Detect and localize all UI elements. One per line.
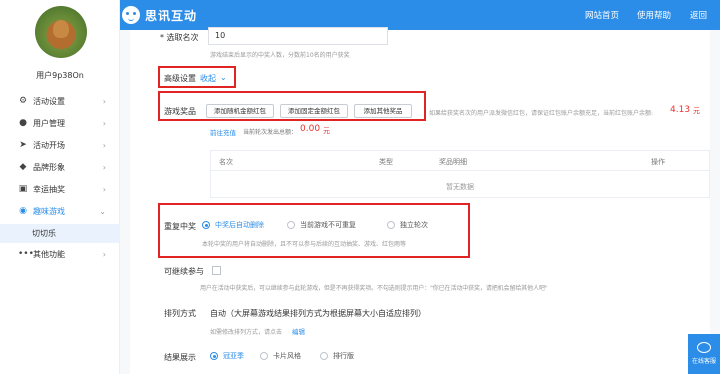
user-icon: ● bbox=[19, 118, 27, 128]
column-header-prize-detail: 奖品明细 bbox=[439, 158, 467, 166]
sidebar: 用户9p38On ⚙ 活动设置 › ● 用户管理 › ➤ 活动开场 › ◆ 品牌… bbox=[0, 0, 120, 374]
chevron-right-icon: › bbox=[102, 140, 106, 150]
app-logo[interactable]: 思讯互动 bbox=[122, 6, 197, 24]
chevron-right-icon: › bbox=[102, 184, 106, 194]
radio-icon bbox=[260, 352, 268, 360]
online-service-button[interactable]: 在线客服 bbox=[688, 334, 720, 374]
repeat-win-hint: 本轮中奖的用户将自动删除，且不可以参与后续的互动抽奖、游戏、红包雨等 bbox=[202, 241, 407, 248]
nav-home-link[interactable]: 网站首页 bbox=[585, 9, 619, 21]
nav-help-link[interactable]: 使用帮助 bbox=[637, 9, 671, 21]
sort-edit-link[interactable]: 编辑 bbox=[292, 326, 305, 336]
rank-input[interactable]: 10 bbox=[208, 27, 388, 45]
prize-label: 游戏奖品 bbox=[164, 107, 196, 116]
sidebar-item-other[interactable]: ••• 其他功能 › bbox=[0, 243, 120, 265]
avatar[interactable] bbox=[35, 6, 87, 58]
column-header-type: 类型 bbox=[379, 158, 393, 166]
repeat-win-label: 重复中奖 bbox=[164, 222, 196, 231]
repeat-option-auto-delete[interactable]: 中奖后自动删除 bbox=[202, 220, 264, 230]
sidebar-item-activity-settings[interactable]: ⚙ 活动设置 › bbox=[0, 90, 120, 112]
sort-label: 排列方式 bbox=[164, 309, 196, 318]
more-icon: ••• bbox=[18, 249, 34, 259]
radio-icon bbox=[387, 221, 395, 229]
sidebar-item-label: 活动开场 bbox=[33, 140, 65, 150]
username: 用户9p38On bbox=[36, 71, 84, 80]
chevron-down-icon[interactable]: ⌄ bbox=[220, 73, 227, 82]
chevron-right-icon: › bbox=[102, 249, 106, 259]
rank-hint: 游戏结束后显示的中奖人数，分数前10名的用户获奖 bbox=[210, 52, 350, 59]
sidebar-item-label: 其他功能 bbox=[33, 249, 65, 259]
sidebar-item-user-management[interactable]: ● 用户管理 › bbox=[0, 112, 120, 134]
repeat-option-no-repeat[interactable]: 当前游戏不可重复 bbox=[287, 220, 356, 230]
chevron-right-icon: › bbox=[102, 96, 106, 106]
result-option-podium[interactable]: 冠亚季 bbox=[210, 351, 244, 361]
add-fixed-red-packet-button[interactable]: 添加固定金额红包 bbox=[280, 104, 348, 118]
sidebar-item-label: 幸运抽奖 bbox=[33, 184, 65, 194]
column-header-action: 操作 bbox=[651, 158, 665, 166]
main-content: * 选取名次 10 游戏结束后显示的中奖人数，分数前10名的用户获奖 高级设置 … bbox=[120, 27, 720, 374]
add-random-red-packet-button[interactable]: 添加随机金额红包 bbox=[206, 104, 274, 118]
logo-icon bbox=[122, 6, 140, 24]
radio-icon bbox=[320, 352, 328, 360]
online-service-label: 在线客服 bbox=[691, 358, 716, 365]
table-empty-text: 暂无数据 bbox=[446, 183, 474, 191]
app-title: 思讯互动 bbox=[145, 8, 198, 23]
sidebar-item-activity-opening[interactable]: ➤ 活动开场 › bbox=[0, 134, 120, 156]
continue-participate-label: 可继续参与 bbox=[164, 267, 204, 276]
sort-hint: 如需修改排列方式，请点击 bbox=[210, 329, 283, 336]
send-icon: ➤ bbox=[19, 140, 27, 150]
repeat-option-independent[interactable]: 独立轮次 bbox=[387, 220, 428, 230]
prize-table-header: 名次 类型 奖品明细 操作 bbox=[211, 151, 709, 171]
chat-icon bbox=[697, 342, 711, 353]
result-display-label: 结果展示 bbox=[164, 353, 196, 362]
advanced-settings-label: 高级设置 bbox=[164, 74, 196, 83]
highlight-box-repeat bbox=[158, 203, 470, 258]
add-other-prize-button[interactable]: 添加其他奖品 bbox=[354, 104, 412, 118]
column-header-rank: 名次 bbox=[219, 158, 233, 166]
result-option-ranking[interactable]: 排行版 bbox=[320, 351, 354, 361]
sidebar-item-fun-games[interactable]: ◉ 趣味游戏 ⌄ bbox=[0, 200, 120, 222]
game-icon: ◉ bbox=[19, 206, 27, 216]
radio-icon bbox=[287, 221, 295, 229]
sidebar-item-label: 品牌形象 bbox=[33, 162, 65, 172]
lottery-icon: ▣ bbox=[18, 184, 28, 194]
brand-icon: ◆ bbox=[19, 162, 27, 172]
radio-checked-icon bbox=[210, 352, 218, 360]
prize-balance-hint: 如果给获奖名次的用户派发微信红包，请保证红包账户余额充足，当前红包账户余额: bbox=[429, 110, 654, 117]
balance-value: 4.13 bbox=[670, 105, 691, 115]
advanced-collapse-link[interactable]: 收起 bbox=[200, 73, 216, 84]
gear-icon: ⚙ bbox=[18, 96, 28, 106]
continue-participate-hint: 用户在活动中获奖后，可以继续参与此轮游戏，但是不再获得奖项。不勾选则提示用户："… bbox=[200, 285, 548, 292]
round-total-unit: 元 bbox=[323, 127, 330, 135]
prize-table: 名次 类型 奖品明细 操作 暂无数据 bbox=[210, 150, 710, 198]
sidebar-item-lottery[interactable]: ▣ 幸运抽奖 › bbox=[0, 178, 120, 200]
radio-checked-icon bbox=[202, 221, 210, 229]
sidebar-item-label: 用户管理 bbox=[33, 118, 65, 128]
chevron-down-icon: ⌄ bbox=[99, 206, 106, 216]
sidebar-item-brand[interactable]: ◆ 品牌形象 › bbox=[0, 156, 120, 178]
sidebar-item-label: 活动设置 bbox=[33, 96, 65, 106]
sort-value: 自动（大屏幕游戏结果排列方式为根据屏幕大小自适应排列） bbox=[210, 309, 426, 318]
continue-participate-checkbox[interactable] bbox=[212, 266, 221, 275]
chevron-right-icon: › bbox=[102, 162, 106, 172]
recharge-link[interactable]: 前往充值 bbox=[210, 127, 236, 137]
round-total-label: 当前轮次发出总额： bbox=[243, 129, 298, 136]
round-total-value: 0.00 bbox=[300, 124, 321, 134]
nav-back-link[interactable]: 返回 bbox=[690, 9, 707, 21]
sidebar-item-label: 趣味游戏 bbox=[33, 206, 65, 216]
rank-label: * 选取名次 bbox=[160, 33, 199, 42]
result-option-card[interactable]: 卡片风格 bbox=[260, 351, 301, 361]
balance-unit: 元 bbox=[693, 107, 700, 115]
sidebar-subitem-qieqiele[interactable]: 切切乐 bbox=[0, 224, 120, 243]
chevron-right-icon: › bbox=[102, 118, 106, 128]
settings-panel: * 选取名次 10 游戏结束后显示的中奖人数，分数前10名的用户获奖 高级设置 … bbox=[130, 27, 710, 374]
